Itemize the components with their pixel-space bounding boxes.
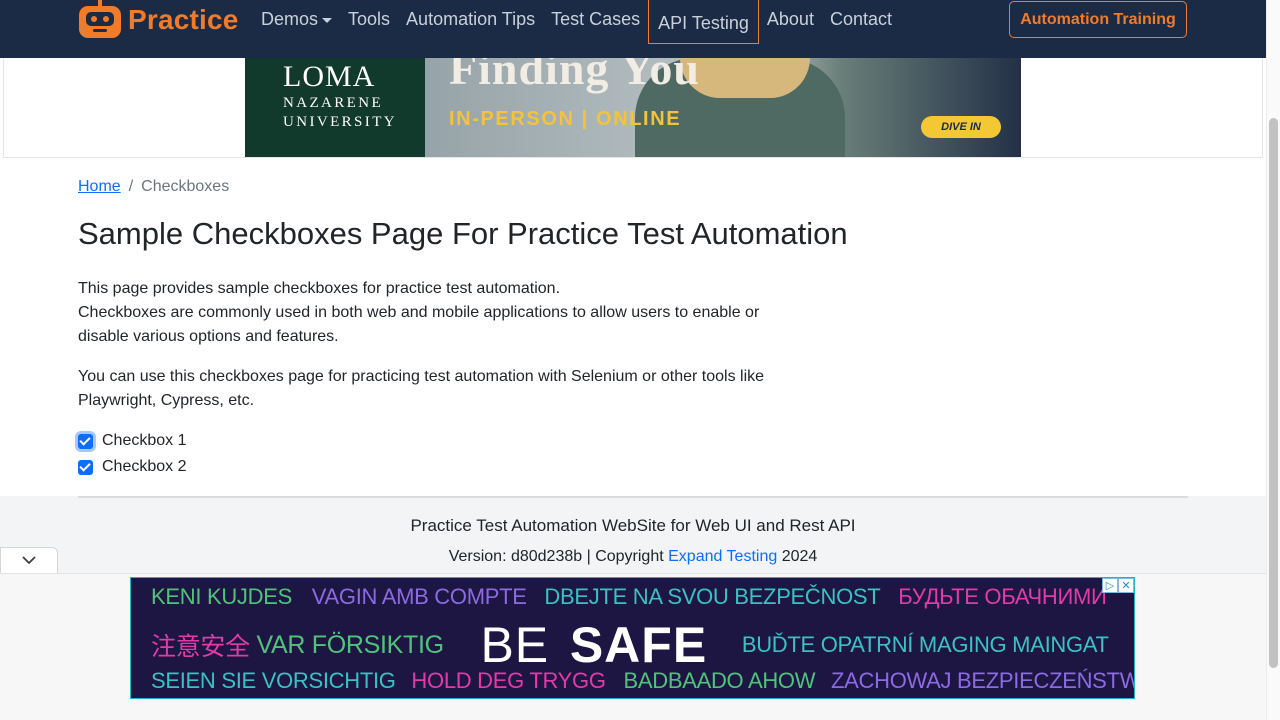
footer-year: 2024: [777, 548, 818, 565]
ad-dive-in-button[interactable]: DIVE IN: [921, 116, 1001, 138]
ad-phrase: VAGIN AMB COMPTE: [311, 584, 527, 609]
automation-training-button[interactable]: Automation Training: [1009, 1, 1187, 38]
footer-version-text: Version: d80d238b | Copyright: [448, 548, 669, 565]
ad-phrase: VAR FÖRSIKTIG: [256, 630, 444, 659]
ad-headline: Finding You: [449, 58, 700, 94]
ad-phrase: ZACHOWAJ BEZPIECZEŃSTWO: [831, 668, 1135, 693]
nav-item-label: Demos: [261, 8, 319, 29]
breadcrumb-current: Checkboxes: [141, 178, 230, 195]
ad-phrase: DBEJTE NA SVOU BEZPEČNOST: [544, 584, 881, 609]
nav-item-label: API Testing: [658, 13, 749, 33]
ad-phrase: SEIEN SIE VORSICHTIG: [151, 668, 396, 693]
ad-university-line2: NAZARENE: [283, 95, 384, 111]
caret-down-icon: [322, 17, 333, 23]
ad-phrase: 注意安全: [151, 633, 250, 661]
nav-item-label: Contact: [829, 8, 892, 29]
brand-name: Practice: [128, 4, 239, 35]
chevron-down-icon: [21, 552, 37, 570]
page-title: Sample Checkboxes Page For Practice Test…: [78, 216, 848, 251]
ad-phrase: БУДЬТЕ ОБАЧНИМИ: [898, 584, 1107, 609]
bottom-ad-banner[interactable]: KENI KUJDES VAGIN AMB COMPTE DBEJTE NA S…: [130, 577, 1135, 699]
ad-safe-text: SAFE: [569, 617, 708, 673]
nav-item-label: About: [766, 8, 814, 29]
ad-line-1: KENI KUJDES VAGIN AMB COMPTE DBEJTE NA S…: [131, 584, 1134, 610]
checkbox-1[interactable]: [78, 433, 93, 449]
nav-item-contact[interactable]: Contact: [822, 0, 900, 38]
breadcrumb-separator: /: [128, 178, 134, 195]
ad-university-line3: UNIVERSITY: [283, 114, 397, 130]
breadcrumb-home-link[interactable]: Home: [78, 178, 121, 196]
breadcrumb: Home / Checkboxes: [78, 178, 229, 196]
intro-line-1: This page provides sample checkboxes for…: [78, 280, 561, 297]
nav-item-test-cases[interactable]: Test Cases: [543, 0, 648, 38]
nav-item-tools[interactable]: Tools: [340, 0, 398, 38]
checkbox-2-label[interactable]: Checkbox 2: [102, 458, 187, 476]
nav-item-label: Tools: [348, 8, 391, 29]
checkbox-1-row: Checkbox 1: [78, 429, 187, 453]
close-icon[interactable]: ✕: [1118, 578, 1134, 593]
intro-paragraph: This page provides sample checkboxes for…: [78, 277, 798, 349]
ad-university-line1: LOMA: [283, 60, 376, 93]
nav-item-about[interactable]: About: [759, 0, 822, 38]
footer: Practice Test Automation WebSite for Web…: [0, 496, 1266, 576]
nav-item-automation-tips[interactable]: Automation Tips: [398, 0, 543, 38]
ad-line-2: 注意安全 VAR FÖRSIKTIG BE SAFE BUĎTE OPATRNÍ…: [131, 616, 1134, 674]
scrollbar-thumb[interactable]: [1269, 118, 1278, 668]
nav-item-label: Automation Tips: [406, 8, 536, 29]
ad-university-panel: LOMA NAZARENE UNIVERSITY: [245, 58, 425, 157]
checkbox-2-row: Checkbox 2: [78, 455, 187, 479]
checkbox-2[interactable]: [78, 459, 93, 475]
top-ad-container: LOMA NAZARENE UNIVERSITY Finding You IN-…: [3, 58, 1263, 158]
checkbox-1-label[interactable]: Checkbox 1: [102, 432, 187, 450]
intro-line-2: Checkboxes are commonly used in both web…: [78, 304, 760, 345]
ad-photo-panel: Finding You IN-PERSON | ONLINE DIVE IN: [425, 58, 1021, 157]
footer-company-link[interactable]: Expand Testing: [668, 548, 777, 565]
ad-collapse-button[interactable]: [0, 547, 58, 573]
usage-paragraph: You can use this checkboxes page for pra…: [78, 368, 765, 409]
ad-phrase: BADBAADO AHOW: [623, 668, 816, 693]
ad-phrase: KENI KUJDES: [151, 584, 292, 609]
adchoices-icon[interactable]: ▷: [1102, 578, 1118, 593]
top-navbar: Practice Demos Tools Automation Tips Tes…: [0, 0, 1266, 58]
ad-controls: ▷ ✕: [1102, 578, 1134, 593]
ad-modes: IN-PERSON | ONLINE: [449, 108, 682, 130]
main-nav: Demos Tools Automation Tips Test Cases A…: [253, 0, 900, 44]
ad-phrase: HOLD DEG TRYGG: [411, 668, 606, 693]
ad-phrase: BUĎTE OPATRNÍ MAGING MAINGAT: [741, 632, 1109, 657]
nav-item-label: Test Cases: [551, 8, 641, 29]
footer-divider: [78, 496, 1188, 498]
ad-be-text: BE: [480, 617, 550, 673]
footer-version: Version: d80d238b | Copyright Expand Tes…: [0, 548, 1266, 566]
brand-link[interactable]: Practice: [78, 0, 239, 40]
page-scrollbar[interactable]: [1266, 0, 1280, 720]
nav-item-demos[interactable]: Demos: [253, 0, 340, 38]
top-ad-banner[interactable]: LOMA NAZARENE UNIVERSITY Finding You IN-…: [245, 58, 1021, 157]
ad-line-3: SEIEN SIE VORSICHTIG HOLD DEG TRYGG BADB…: [131, 668, 1135, 694]
robot-logo-icon: [78, 0, 122, 40]
footer-title: Practice Test Automation WebSite for Web…: [410, 516, 856, 535]
nav-item-api-testing[interactable]: API Testing: [648, 0, 759, 44]
